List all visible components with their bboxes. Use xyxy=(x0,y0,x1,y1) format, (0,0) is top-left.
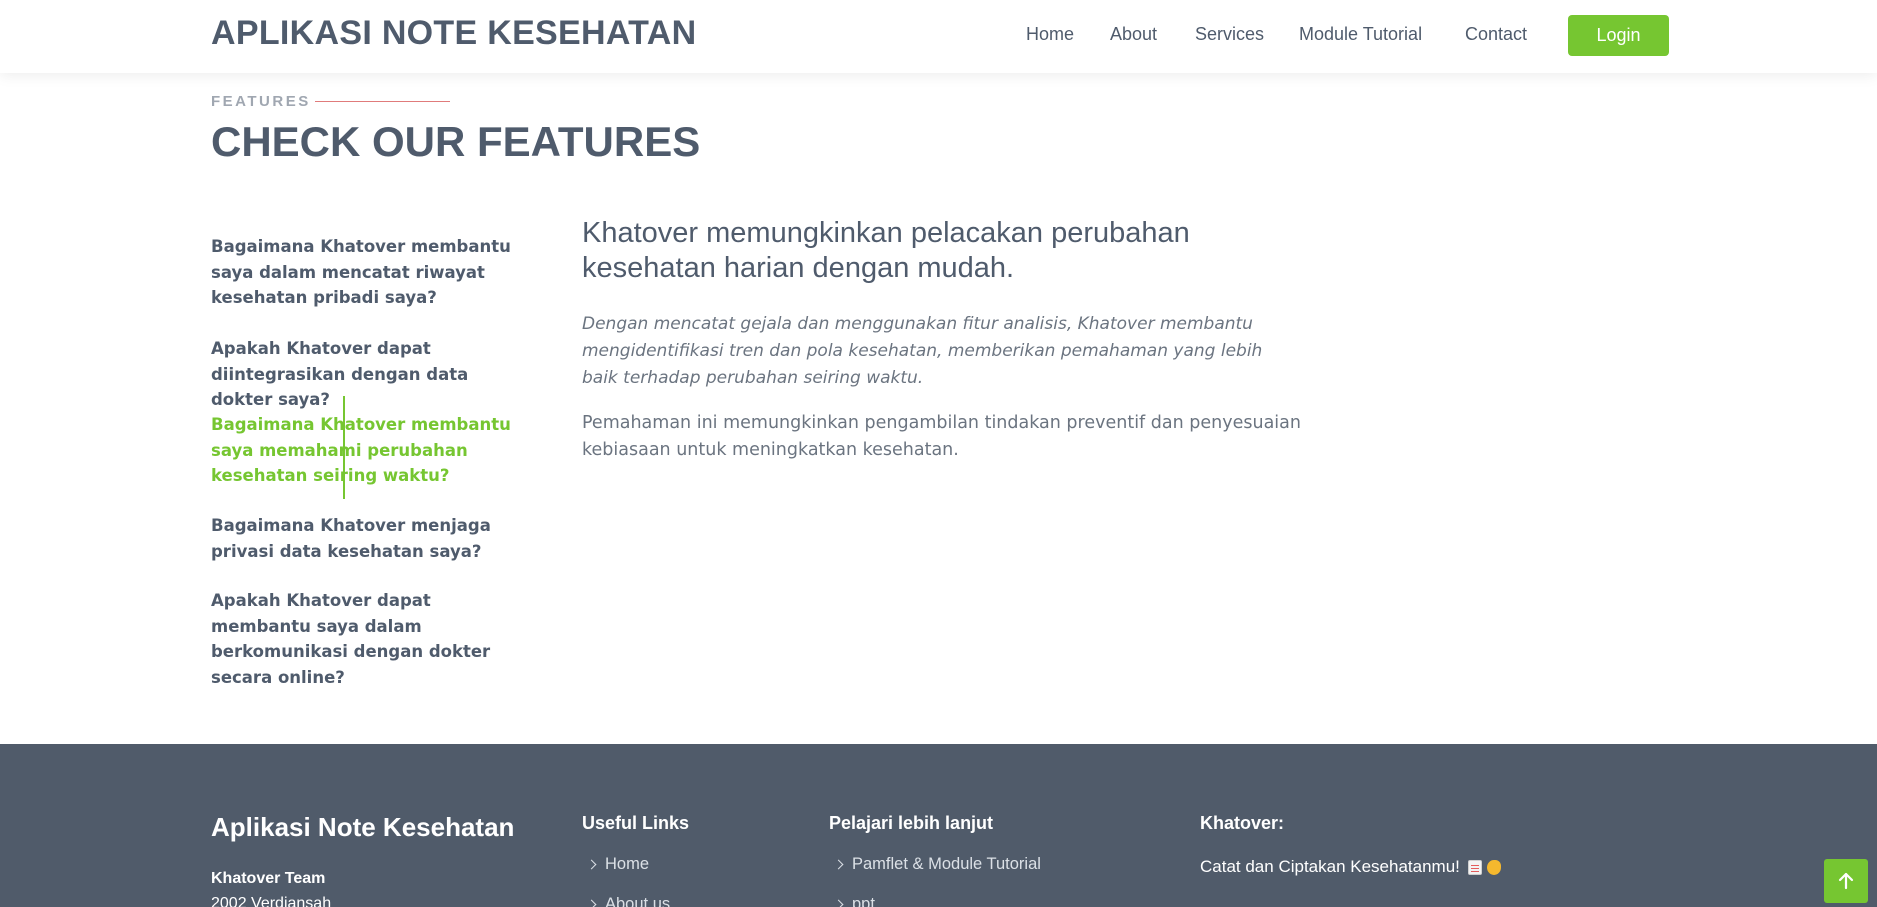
footer-link-label: Pamflet & Module Tutorial xyxy=(852,855,1041,873)
footer-link-ppt[interactable]: ppt xyxy=(829,895,875,907)
footer-khatover-title: Khatover: xyxy=(1200,813,1285,833)
section-eyebrow: FEATURES xyxy=(211,93,311,110)
feature-body-text: Pemahaman ini memungkinkan pengambilan t… xyxy=(582,413,1301,460)
scroll-to-top-button[interactable] xyxy=(1824,859,1868,903)
nav-contact[interactable]: Contact xyxy=(1465,24,1527,45)
chevron-right-icon xyxy=(833,899,844,907)
footer-link-about[interactable]: About us xyxy=(582,895,670,907)
flexed-biceps-emoji-icon xyxy=(1486,859,1501,875)
arrow-up-icon xyxy=(1838,872,1854,890)
footer-link-label: ppt xyxy=(852,895,875,907)
feature-tab-5[interactable]: Apakah Khatover dapat membantu saya dala… xyxy=(211,588,531,690)
chevron-right-icon xyxy=(586,859,597,870)
footer-useful-links-title: Useful Links xyxy=(582,813,690,833)
chevron-right-icon xyxy=(586,899,597,907)
feature-tab-4[interactable]: Bagaimana Khatover menjaga privasi data … xyxy=(211,513,531,564)
footer-brand: Aplikasi Note Kesehatan xyxy=(211,812,515,842)
footer-learn-more-title: Pelajari lebih lanjut xyxy=(829,813,994,833)
footer-link-label: Home xyxy=(605,855,650,873)
footer-team-line: 2002 Verdiansah xyxy=(211,895,332,907)
active-tab-indicator xyxy=(343,396,345,499)
feature-tab-1[interactable]: Bagaimana Khatover membantu saya dalam m… xyxy=(211,234,531,311)
site-logo[interactable]: APLIKASI NOTE KESEHATAN xyxy=(211,14,696,53)
footer-link-label: About us xyxy=(605,895,671,907)
feature-tab-3-active[interactable]: Bagaimana Khatover membantu saya memaham… xyxy=(211,412,531,489)
nav-home[interactable]: Home xyxy=(1026,24,1074,45)
site-header: APLIKASI NOTE KESEHATAN Home About Servi… xyxy=(0,0,1877,73)
login-button[interactable]: Login xyxy=(1568,15,1669,56)
footer-tagline: Catat dan Ciptakan Kesehatanmu! xyxy=(1200,857,1501,877)
feature-tab-2[interactable]: Apakah Khatover dapat diintegrasikan den… xyxy=(211,336,531,413)
memo-emoji-icon xyxy=(1467,859,1482,875)
nav-services[interactable]: Services xyxy=(1195,24,1264,45)
chevron-right-icon xyxy=(833,859,844,870)
footer-link-pamflet[interactable]: Pamflet & Module Tutorial xyxy=(829,855,1041,874)
eyebrow-divider xyxy=(315,101,450,102)
feature-italic-text: Dengan mencatat gejala dan menggunakan f… xyxy=(582,314,1263,388)
nav-module-tutorial[interactable]: Module Tutorial xyxy=(1299,24,1422,45)
section-title: CHECK OUR FEATURES xyxy=(211,118,701,165)
feature-heading: Khatover memungkinkan pelacakan perubaha… xyxy=(582,217,1190,284)
footer-team-label: Khatover Team xyxy=(211,870,326,887)
footer-link-home[interactable]: Home xyxy=(582,855,649,874)
nav-about[interactable]: About xyxy=(1110,24,1157,45)
footer-tagline-text: Catat dan Ciptakan Kesehatanmu! xyxy=(1200,857,1460,876)
